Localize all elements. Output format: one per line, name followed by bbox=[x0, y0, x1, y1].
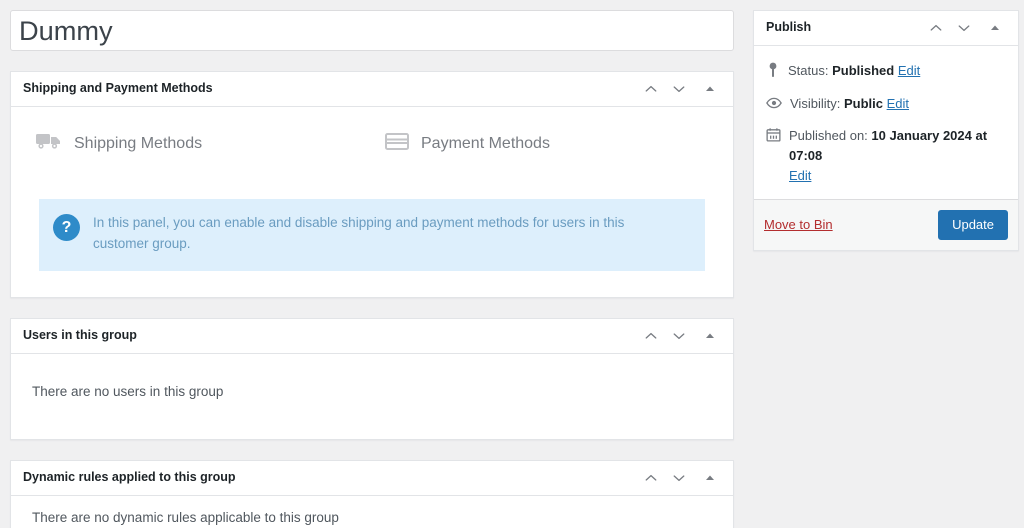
publish-date-label: Published on: bbox=[789, 128, 868, 143]
panel-header[interactable]: Users in this group bbox=[11, 319, 733, 354]
triangle-up-toggle-icon[interactable] bbox=[697, 321, 723, 351]
triangle-up-toggle-icon[interactable] bbox=[982, 13, 1008, 43]
truck-icon bbox=[36, 131, 62, 156]
panel-users-in-this-group: Users in this group There are no users i… bbox=[10, 317, 734, 440]
panel-handle-actions bbox=[922, 13, 1014, 43]
info-notice-text: In this panel, you can enable and disabl… bbox=[93, 215, 625, 251]
panel-title: Dynamic rules applied to this group bbox=[23, 470, 236, 485]
chevron-down-icon[interactable] bbox=[666, 463, 692, 493]
panel-handle-actions bbox=[637, 321, 729, 351]
publish-visibility-row: Visibility: Public Edit bbox=[766, 89, 1006, 122]
side-column: Publish Status: Published Edit Visibilit… bbox=[734, 0, 1024, 252]
chevron-up-icon[interactable] bbox=[638, 463, 664, 493]
admin-edit-screen: Shipping and Payment Methods bbox=[0, 0, 1024, 528]
chevron-up-icon[interactable] bbox=[638, 74, 664, 104]
method-shipping-methods[interactable]: Shipping Methods bbox=[11, 131, 374, 156]
panel-body: Shipping Methods Payment Methods ? In th… bbox=[11, 107, 733, 271]
publish-date-text: Published on: 10 January 2024 at 07:08 E… bbox=[789, 126, 1006, 186]
publish-panel-title: Publish bbox=[766, 20, 812, 35]
publish-visibility-label: Visibility: bbox=[790, 95, 841, 111]
publish-panel: Publish Status: Published Edit Visibilit… bbox=[753, 10, 1019, 252]
calendar-icon bbox=[766, 127, 781, 148]
question-mark-icon: ? bbox=[53, 214, 80, 241]
edit-status-link[interactable]: Edit bbox=[898, 63, 920, 78]
panel-handle-actions bbox=[637, 74, 729, 104]
publish-visibility-text: Visibility: Public Edit bbox=[790, 94, 1006, 114]
method-label: Payment Methods bbox=[421, 134, 550, 152]
triangle-up-toggle-icon[interactable] bbox=[697, 74, 723, 104]
methods-row: Shipping Methods Payment Methods bbox=[11, 107, 733, 156]
main-column: Shipping and Payment Methods bbox=[0, 0, 734, 528]
panel-header[interactable]: Dynamic rules applied to this group bbox=[11, 461, 733, 496]
chevron-down-icon[interactable] bbox=[666, 321, 692, 351]
move-to-bin-link[interactable]: Move to Bin bbox=[764, 217, 833, 232]
publish-status-label: Status: bbox=[788, 63, 829, 78]
publish-status-text: Status: Published Edit bbox=[788, 61, 1006, 81]
publish-footer: Move to Bin Update bbox=[754, 198, 1018, 251]
panel-handle-actions bbox=[637, 463, 729, 493]
info-notice: ? In this panel, you can enable and disa… bbox=[39, 199, 705, 271]
post-status-icon bbox=[766, 62, 780, 84]
panel-body-text: There are no users in this group bbox=[32, 383, 224, 399]
publish-date-row: Published on: 10 January 2024 at 07:08 E… bbox=[766, 121, 1006, 191]
method-label: Shipping Methods bbox=[74, 134, 203, 152]
chevron-up-icon[interactable] bbox=[638, 321, 664, 351]
publish-visibility-value: Public bbox=[843, 95, 883, 111]
title-field-wrapper bbox=[10, 10, 734, 51]
method-payment-methods[interactable]: Payment Methods bbox=[374, 131, 550, 156]
chevron-down-icon[interactable] bbox=[951, 13, 977, 43]
panel-shipping-and-payment-methods: Shipping and Payment Methods Shipping Me… bbox=[10, 71, 734, 298]
publish-status-value: Published bbox=[832, 63, 895, 78]
chevron-down-icon[interactable] bbox=[666, 74, 692, 104]
update-button[interactable]: Update bbox=[938, 209, 1008, 241]
eye-icon bbox=[766, 95, 782, 117]
triangle-up-toggle-icon[interactable] bbox=[697, 463, 723, 493]
panel-body-text: There are no dynamic rules applicable to… bbox=[32, 509, 339, 525]
panel-title: Shipping and Payment Methods bbox=[23, 81, 213, 96]
publish-status-row: Status: Published Edit bbox=[766, 56, 1006, 89]
edit-date-link[interactable]: Edit bbox=[789, 166, 1006, 186]
panel-header[interactable]: Shipping and Payment Methods bbox=[11, 72, 733, 107]
post-title-input[interactable] bbox=[10, 10, 734, 51]
panel-dynamic-rules: Dynamic rules applied to this group Ther… bbox=[10, 459, 734, 528]
panel-title: Users in this group bbox=[23, 328, 137, 343]
credit-card-icon bbox=[385, 132, 409, 156]
edit-visibility-link[interactable]: Edit bbox=[887, 96, 909, 111]
chevron-up-icon[interactable] bbox=[923, 13, 949, 43]
publish-panel-header[interactable]: Publish bbox=[754, 11, 1018, 46]
publish-details: Status: Published Edit Visibility: Publi… bbox=[754, 46, 1018, 199]
